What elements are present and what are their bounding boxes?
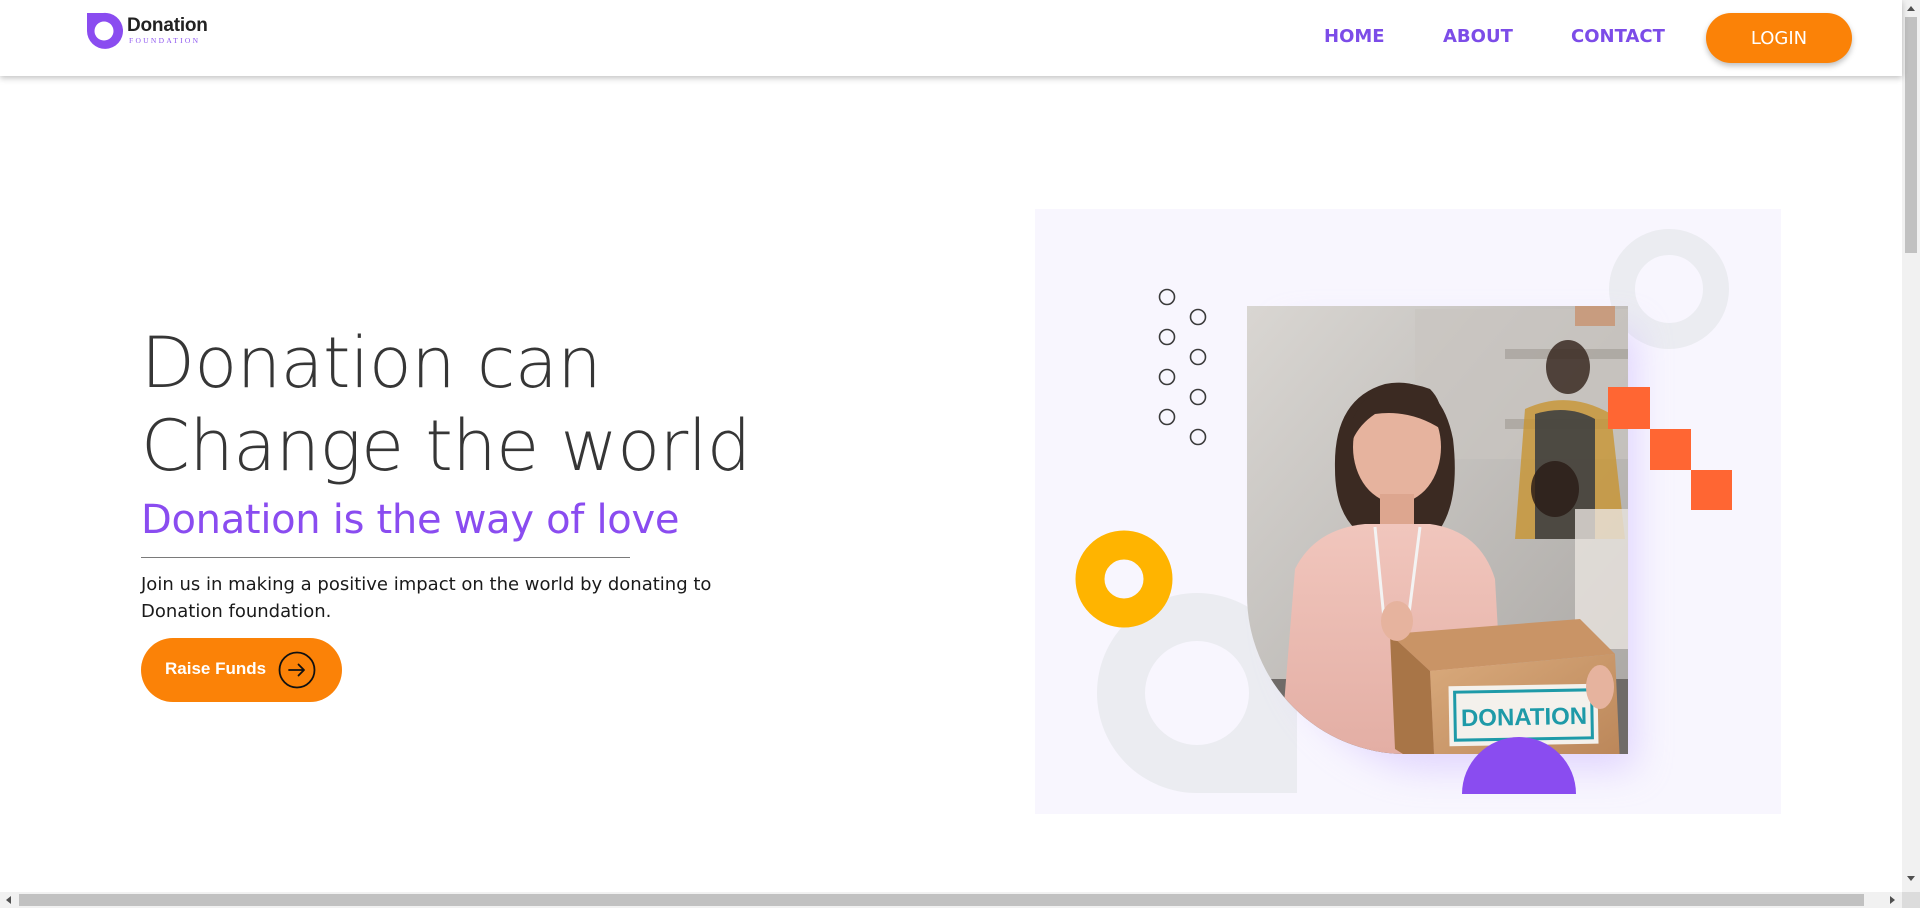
nav-link-home[interactable]: HOME xyxy=(1324,26,1385,47)
horizontal-scroll-thumb[interactable] xyxy=(19,894,1864,906)
scrollbar-corner xyxy=(1902,892,1920,908)
site-header: Donation FOUNDATION HOME ABOUT CONTACT L… xyxy=(0,0,1902,76)
hero-divider xyxy=(141,557,630,558)
scroll-right-arrow-icon[interactable] xyxy=(1890,896,1895,904)
hero-title: Donation can Change the world xyxy=(141,322,751,488)
raise-funds-button[interactable]: Raise Funds xyxy=(141,638,342,702)
hero-subtitle: Donation is the way of love xyxy=(141,497,680,543)
hero-illustration: DONATION xyxy=(1035,209,1781,814)
hero-title-line-2: Change the world xyxy=(141,405,751,487)
arrow-right-circle-icon xyxy=(278,651,316,689)
vertical-scrollbar[interactable] xyxy=(1902,0,1920,892)
nav-link-contact[interactable]: CONTACT xyxy=(1571,26,1665,47)
raise-funds-label: Raise Funds xyxy=(165,659,267,678)
illustration-canvas: DONATION xyxy=(1075,229,1732,794)
scroll-left-arrow-icon[interactable] xyxy=(6,896,11,904)
horizontal-scrollbar[interactable] xyxy=(0,892,1902,908)
dots-decor xyxy=(1158,288,1207,446)
vertical-scroll-thumb[interactable] xyxy=(1905,17,1917,253)
hero-description: Join us in making a positive impact on t… xyxy=(141,574,712,622)
brand-logo[interactable]: Donation FOUNDATION xyxy=(83,11,223,51)
scroll-up-arrow-icon[interactable] xyxy=(1907,6,1915,11)
volunteer-photo: DONATION xyxy=(1247,306,1628,754)
box-label: DONATION xyxy=(1461,703,1588,732)
brand-name: Donation xyxy=(127,15,208,36)
hero-title-line-1: Donation can xyxy=(141,322,602,404)
login-button[interactable]: LOGIN xyxy=(1706,13,1852,63)
brand-tagline: FOUNDATION xyxy=(129,36,201,45)
ring-decor-top xyxy=(1609,229,1729,349)
donut-decor xyxy=(1075,530,1173,628)
scroll-down-arrow-icon[interactable] xyxy=(1907,876,1915,881)
ring-logo-icon xyxy=(87,12,123,49)
nav-link-about[interactable]: ABOUT xyxy=(1443,26,1513,47)
